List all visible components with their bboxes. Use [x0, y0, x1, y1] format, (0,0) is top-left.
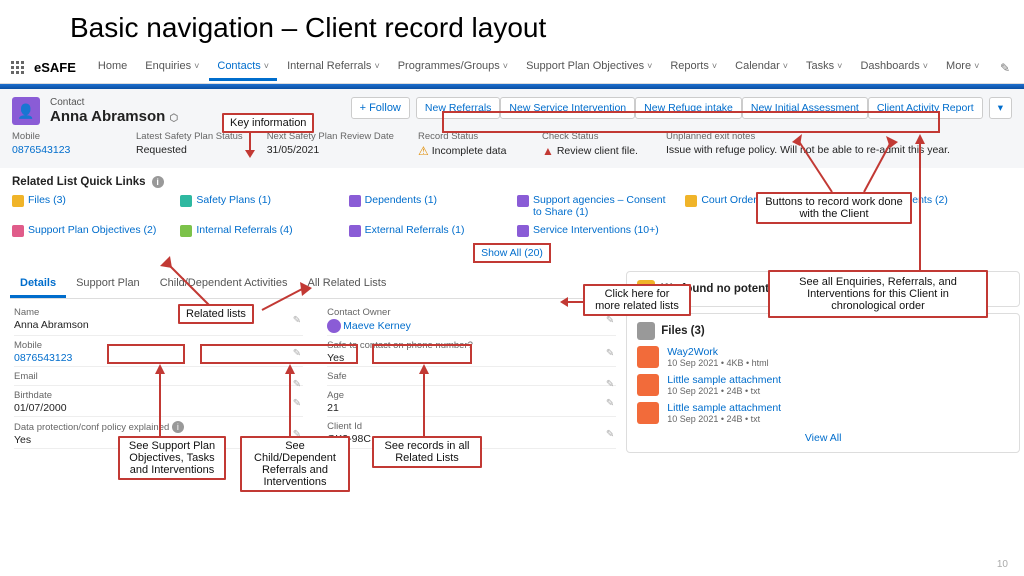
nav-internal-referrals[interactable]: Internal Referrals ˅ — [279, 54, 388, 81]
page-number: 10 — [997, 559, 1008, 570]
action-client-activity-report[interactable]: Client Activity Report — [868, 97, 983, 119]
field-record-status: Record Status⚠ Incomplete data — [418, 131, 518, 158]
field-check-status: Check Status▲ Review client file. — [542, 131, 642, 158]
detail-safe: Safe✎ — [327, 371, 616, 386]
contact-name: Anna Abramson ⬡ — [50, 108, 178, 125]
slide-title: Basic navigation – Client record layout — [0, 0, 1024, 52]
edit-icon[interactable]: ✎ — [293, 398, 301, 409]
nav-contacts[interactable]: Contacts ˅ — [209, 54, 277, 81]
nav-more[interactable]: More ˅ — [938, 54, 987, 81]
detail-mobile: Mobile0876543123✎ — [14, 340, 303, 367]
field-next-safety-plan-review-date: Next Safety Plan Review Date 31/05/2021 — [267, 131, 394, 158]
detail-panel: DetailsSupport PlanChild/Dependent Activ… — [10, 271, 620, 457]
edit-nav-icon[interactable]: ✎ — [996, 57, 1014, 79]
file-item[interactable]: Little sample attachment10 Sep 2021 • 24… — [637, 402, 1009, 424]
record-type-label: Contact — [50, 97, 178, 108]
field-unplanned-exit-notes: Unplanned exit notes Issue with refuge p… — [666, 131, 950, 158]
edit-icon[interactable]: ✎ — [606, 429, 614, 440]
file-item[interactable]: Way2Work10 Sep 2021 • 4KB • html — [637, 346, 1009, 368]
annot-see-records: See records in all Related Lists — [372, 436, 482, 468]
nav-dashboards[interactable]: Dashboards ˅ — [852, 54, 936, 81]
quicklink[interactable]: Support Plan Objectives (2) — [12, 224, 170, 237]
app-launcher-icon[interactable] — [10, 60, 26, 76]
tab-child-dependent-activities[interactable]: Child/Dependent Activities — [150, 271, 298, 298]
quicklink[interactable]: Files (3) — [12, 194, 170, 218]
field-latest-safety-plan-status: Latest Safety Plan Status Requested — [136, 131, 243, 158]
detail-safe-to-contact-on-phone-number-: Safe to contact on phone number?Yes✎ — [327, 340, 616, 367]
action-bar: + Follow New ReferralsNew Service Interv… — [351, 97, 1012, 119]
detail-birthdate: Birthdate01/07/2000✎ — [14, 390, 303, 417]
nav-enquiries[interactable]: Enquiries ˅ — [137, 54, 207, 81]
quicklink[interactable]: Internal Referrals (4) — [180, 224, 338, 237]
detail-contact-owner: Contact OwnerMaeve Kerney✎ — [327, 307, 616, 336]
more-actions-button[interactable]: ▾ — [989, 97, 1012, 119]
detail-email: Email✎ — [14, 371, 303, 386]
annot-key-info: Key information — [222, 113, 314, 133]
file-item[interactable]: Little sample attachment10 Sep 2021 • 24… — [637, 374, 1009, 396]
nav-calendar[interactable]: Calendar ˅ — [727, 54, 796, 81]
files-icon — [637, 322, 655, 340]
show-all-link[interactable]: Show All (20) — [467, 243, 557, 263]
quicklink[interactable]: Support agencies – Consent to Share (1) — [517, 194, 675, 218]
quicklink[interactable]: Dependents (1) — [349, 194, 507, 218]
quicklink[interactable]: Safety Plans (1) — [180, 194, 338, 218]
app-brand: eSAFE — [34, 60, 76, 75]
main-nav: HomeEnquiries ˅Contacts ˅Internal Referr… — [90, 54, 987, 81]
edit-icon[interactable]: ✎ — [606, 379, 614, 390]
edit-icon[interactable]: ✎ — [293, 315, 301, 326]
info-icon[interactable]: i — [152, 176, 164, 188]
action-new-service-intervention[interactable]: New Service Intervention — [500, 97, 635, 119]
file-thumb-icon — [637, 402, 659, 424]
files-view-all[interactable]: View All — [637, 432, 1009, 444]
action-new-referrals[interactable]: New Referrals — [416, 97, 501, 119]
nav-tasks[interactable]: Tasks ˅ — [798, 54, 850, 81]
detail-tabs: DetailsSupport PlanChild/Dependent Activ… — [10, 271, 620, 299]
nav-support-plan-objectives[interactable]: Support Plan Objectives ˅ — [518, 54, 660, 81]
edit-icon[interactable]: ✎ — [293, 348, 301, 359]
annot-see-support: See Support Plan Objectives, Tasks and I… — [118, 436, 226, 480]
annot-click-more: Click here for more related lists — [583, 284, 691, 316]
nav-home[interactable]: Home — [90, 54, 135, 81]
quick-links-heading: Related List Quick Links i — [12, 176, 1012, 188]
field-mobile: Mobile 0876543123 — [12, 131, 112, 158]
files-panel: Files (3) Way2Work10 Sep 2021 • 4KB • ht… — [626, 313, 1020, 453]
info-icon[interactable]: i — [172, 421, 184, 433]
tab-details[interactable]: Details — [10, 271, 66, 298]
action-new-initial-assessment[interactable]: New Initial Assessment — [742, 97, 868, 119]
file-thumb-icon — [637, 374, 659, 396]
record-header: 👤 Contact Anna Abramson ⬡ + Follow New R… — [0, 89, 1024, 125]
edit-icon[interactable]: ✎ — [606, 398, 614, 409]
nav-reports[interactable]: Reports ˅ — [662, 54, 725, 81]
file-thumb-icon — [637, 346, 659, 368]
annot-see-enq: See all Enquiries, Referrals, and Interv… — [768, 270, 988, 318]
annot-buttons: Buttons to record work done with the Cli… — [756, 192, 912, 224]
follow-button[interactable]: + Follow — [351, 97, 410, 119]
contact-icon: 👤 — [12, 97, 40, 125]
annot-see-child: See Child/Dependent Referrals and Interv… — [240, 436, 350, 492]
quicklink[interactable]: External Referrals (1) — [349, 224, 507, 237]
topbar: eSAFE HomeEnquiries ˅Contacts ˅Internal … — [0, 52, 1024, 84]
edit-icon[interactable]: ✎ — [606, 315, 614, 326]
action-new-refuge-intake[interactable]: New Refuge intake — [635, 97, 742, 119]
highlights-panel: Mobile 0876543123 Latest Safety Plan Stat… — [0, 125, 1024, 168]
annot-related-lists: Related lists — [178, 304, 254, 324]
quicklink[interactable]: Service Interventions (10+) — [517, 224, 675, 237]
detail-age: Age21✎ — [327, 390, 616, 417]
tab-all-related-lists[interactable]: All Related Lists — [297, 271, 396, 298]
nav-programmes-groups[interactable]: Programmes/Groups ˅ — [390, 54, 516, 81]
detail-name: NameAnna Abramson✎ — [14, 307, 303, 336]
tab-support-plan[interactable]: Support Plan — [66, 271, 150, 298]
edit-icon[interactable]: ✎ — [293, 379, 301, 390]
edit-icon[interactable]: ✎ — [606, 348, 614, 359]
